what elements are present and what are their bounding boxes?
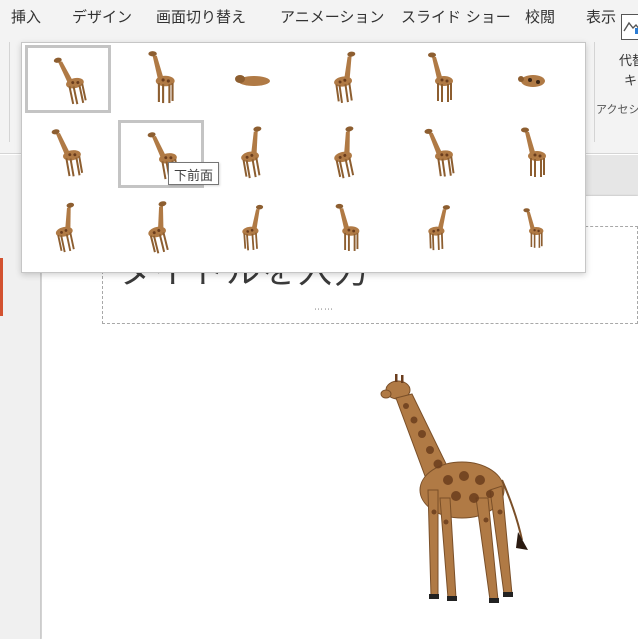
gallery-view-option[interactable] (118, 195, 204, 263)
tab-view[interactable]: 表示 (586, 6, 616, 27)
giraffe-thumbnail-icon (241, 126, 262, 179)
gallery-view-option[interactable] (118, 45, 204, 113)
giraffe-thumbnail-icon (334, 51, 356, 104)
gallery-resize-grip[interactable]: ⋯⋯ (314, 305, 334, 315)
gallery-view-option[interactable] (211, 195, 297, 263)
tab-insert[interactable]: 挿入 (11, 6, 41, 27)
model-views-gallery: ⋯⋯ (21, 42, 586, 315)
giraffe-thumbnail-icon (51, 129, 84, 177)
giraffe-thumbnail-icon (428, 52, 453, 102)
gallery-view-option[interactable] (397, 45, 483, 113)
giraffe-thumbnail-icon (235, 75, 270, 86)
giraffe-thumbnail-icon (518, 75, 545, 87)
giraffe-thumbnail-icon (53, 57, 87, 105)
gallery-view-option[interactable] (304, 195, 390, 263)
giraffe-thumbnail-icon (334, 126, 355, 179)
gallery-view-option[interactable] (25, 45, 111, 113)
accessibility-group-label: アクセシ (596, 103, 638, 116)
giraffe-thumbnail-icon (335, 203, 360, 251)
gallery-view-option[interactable] (304, 45, 390, 113)
view-tooltip: 下前面 (168, 162, 220, 185)
ribbon-tab-bar: 挿入 デザイン 画面切り替え アニメーション スライド ショー 校閲 表示 (0, 0, 638, 34)
alt-text-icon[interactable] (621, 14, 638, 40)
alt-text-button-label-line2[interactable]: キ (624, 70, 637, 89)
giraffe-thumbnail-icon (148, 51, 175, 104)
gallery-view-option[interactable] (25, 195, 111, 263)
tab-review[interactable]: 校閲 (525, 6, 555, 27)
gallery-view-option[interactable] (397, 120, 483, 188)
gallery-view-option[interactable] (397, 195, 483, 263)
gallery-view-option[interactable] (490, 195, 576, 263)
ribbon-separator (9, 42, 10, 142)
selected-thumbnail-indicator (0, 258, 3, 316)
gallery-view-option[interactable] (490, 45, 576, 113)
gallery-view-option[interactable] (25, 120, 111, 188)
giraffe-thumbnail-icon (424, 128, 455, 177)
giraffe-thumbnail-icon (521, 127, 546, 177)
giraffe-thumbnail-icon (55, 202, 75, 253)
giraffe-thumbnail-icon (428, 205, 450, 251)
giraffe-thumbnail-icon (523, 208, 544, 248)
alt-text-button-label[interactable]: 代替 (619, 50, 638, 69)
gallery-view-option[interactable] (211, 120, 297, 188)
ribbon-separator (594, 42, 595, 142)
tab-animations[interactable]: アニメーション (280, 6, 384, 27)
giraffe-thumbnail-icon (148, 201, 169, 254)
tab-design[interactable]: デザイン (72, 6, 132, 27)
giraffe-3d-model[interactable] (376, 372, 536, 612)
tab-transitions[interactable]: 画面切り替え (156, 6, 246, 27)
giraffe-thumbnail-icon (242, 204, 264, 251)
gallery-view-option[interactable] (490, 120, 576, 188)
tab-slide-show[interactable]: スライド ショー (401, 6, 511, 27)
gallery-view-option[interactable] (304, 120, 390, 188)
gallery-view-option[interactable] (211, 45, 297, 113)
